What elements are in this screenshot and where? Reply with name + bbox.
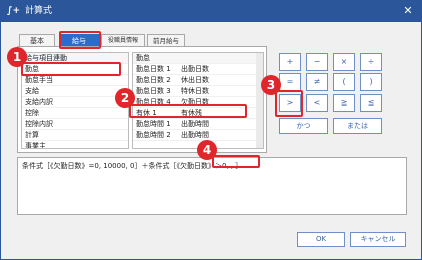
item-code: 勤怠日数 1 (136, 65, 171, 73)
less-equal-button[interactable]: ≦ (360, 94, 382, 112)
equals-button[interactable]: = (279, 73, 301, 91)
step-3-badge: 3 (261, 75, 281, 95)
table-row[interactable]: 勤怠 (133, 53, 263, 64)
item-code: 勤怠 (136, 54, 150, 62)
list-item[interactable]: 勤怠手当 (22, 75, 128, 86)
item-highlight (129, 104, 247, 118)
list-item[interactable]: 控除 (22, 108, 128, 119)
item-name: 出勤日数 (181, 65, 209, 73)
step-4-badge: 4 (197, 140, 217, 160)
or-button[interactable]: または (333, 118, 382, 134)
close-paren-button[interactable]: ) (360, 73, 382, 91)
table-row[interactable]: 勤怠時間 1 出勤時間 (133, 119, 263, 130)
table-row[interactable]: 勤怠日数 1 出勤日数 (133, 64, 263, 75)
window-title: 計算式 (25, 6, 53, 16)
title-bar: ∫+ 計算式 ✕ (1, 1, 421, 22)
item-code: 勤怠日数 2 (136, 76, 171, 84)
item-code: 勤怠日数 3 (136, 87, 171, 95)
operator-highlight (275, 90, 303, 117)
tab-salary-highlight (59, 31, 101, 49)
greater-equal-button[interactable]: ≧ (333, 94, 355, 112)
item-name: 出勤時間 (181, 120, 209, 128)
list-item[interactable]: 控除内訳 (22, 119, 128, 130)
minus-button[interactable]: − (306, 53, 328, 71)
table-row[interactable]: 勤怠時間 2 出勤時間 (133, 130, 263, 141)
table-row[interactable]: 勤怠日数 2 休出日数 (133, 75, 263, 86)
and-button[interactable]: かつ (279, 118, 328, 134)
plus-button[interactable]: + (279, 53, 301, 71)
divide-button[interactable]: ÷ (360, 53, 382, 71)
item-list-scrollbar[interactable] (256, 53, 263, 148)
less-than-button[interactable]: < (306, 94, 328, 112)
formula-highlight (212, 155, 260, 168)
item-name: 休出日数 (181, 76, 209, 84)
list-item[interactable]: 支給 (22, 86, 128, 97)
formula-dialog: ∫+ 計算式 ✕ 基本 給与 役職員情報 前月給与 給与項目連動 勤怠 勤怠手当… (0, 0, 422, 260)
not-equal-button[interactable]: ≠ (306, 73, 328, 91)
list-item[interactable]: 支給内訳 (22, 97, 128, 108)
formula-app-icon: ∫+ (7, 6, 21, 16)
list-item[interactable]: 事業主 (22, 141, 128, 148)
item-code: 勤怠時間 2 (136, 131, 171, 139)
ok-button[interactable]: OK (297, 232, 345, 247)
table-row[interactable]: 勤怠日数 3 特休日数 (133, 86, 263, 97)
open-paren-button[interactable]: ( (333, 73, 355, 91)
list-item[interactable]: 計算 (22, 130, 128, 141)
cancel-button[interactable]: キャンセル (350, 232, 406, 247)
category-highlight (21, 62, 121, 76)
item-name: 特休日数 (181, 87, 209, 95)
item-code: 勤怠時間 1 (136, 120, 171, 128)
step-2-badge: 2 (115, 88, 135, 108)
step-1-badge: 1 (7, 47, 27, 67)
close-icon[interactable]: ✕ (399, 3, 417, 19)
multiply-button[interactable]: × (333, 53, 355, 71)
item-list[interactable]: 勤怠 勤怠日数 1 出勤日数 勤怠日数 2 休出日数 勤怠日数 3 特休日数 勤怠日数… (132, 52, 264, 149)
